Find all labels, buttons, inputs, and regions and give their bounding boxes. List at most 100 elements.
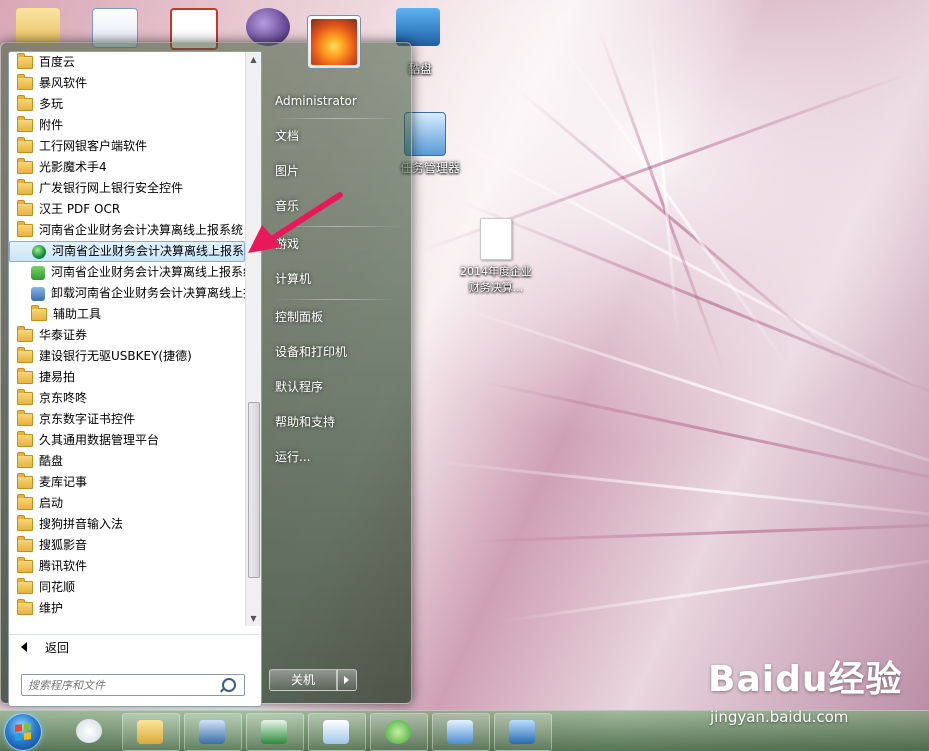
folder-icon: [17, 221, 33, 237]
notepad-icon: [323, 720, 349, 744]
programs-scrollbar[interactable]: ▲ ▼: [245, 52, 261, 626]
baidu-jingyan-logo: Baidu经验: [708, 650, 902, 702]
program-folder[interactable]: 广发银行网上银行安全控件: [9, 178, 245, 199]
taskbar-refresh[interactable]: [370, 713, 428, 751]
program-folder[interactable]: 搜狐影音: [9, 535, 245, 556]
program-folder[interactable]: 暴风软件: [9, 73, 245, 94]
start-menu-link[interactable]: 帮助和支持: [271, 408, 403, 436]
program-shortcut[interactable]: 卸载河南省企业财务会计决算离线上报系统: [9, 283, 245, 304]
program-folder[interactable]: 搜狗拼音输入法: [9, 514, 245, 535]
program-label: 光影魔术手4: [39, 160, 107, 174]
taskbar-id-card[interactable]: [432, 713, 490, 751]
network-icon: [199, 720, 225, 744]
kupan-icon[interactable]: [396, 8, 440, 46]
search-box[interactable]: [21, 674, 245, 696]
scroll-up-icon[interactable]: ▲: [246, 52, 261, 67]
program-folder[interactable]: 启动: [9, 493, 245, 514]
taskbar-network[interactable]: [184, 713, 242, 751]
folder-icon: [17, 515, 33, 531]
folder-icon: [17, 158, 33, 174]
scroll-down-icon[interactable]: ▼: [246, 611, 261, 626]
all-programs-list: 百度云暴风软件多玩附件工行网银客户端软件光影魔术手4 广发银行网上银行安全控件 汉王…: [9, 52, 245, 626]
program-shortcut[interactable]: 河南省企业财务会计决算离线上报系统: [9, 262, 245, 283]
start-orb[interactable]: [4, 713, 42, 751]
folder-icon: [17, 389, 33, 405]
back-label: 返回: [45, 640, 70, 655]
program-label: 广发银行网上银行安全控件: [39, 181, 184, 195]
program-label: 酷盘: [39, 454, 64, 468]
program-folder[interactable]: 久其通用数据管理平台: [9, 430, 245, 451]
excel-icon: [261, 720, 287, 744]
folder-icon: [17, 452, 33, 468]
program-folder[interactable]: 百度云: [9, 52, 245, 73]
wallpaper-streak: [469, 521, 929, 543]
program-folder[interactable]: 工行网银客户端软件: [9, 136, 245, 157]
eclipse-icon[interactable]: [246, 8, 290, 46]
folder-icon: [17, 74, 33, 90]
program-folder[interactable]: 京东咚咚: [9, 388, 245, 409]
program-label: 多玩: [39, 97, 64, 111]
back-arrow-icon: [21, 642, 27, 652]
program-folder[interactable]: 汉王 PDF OCR: [9, 199, 245, 220]
program-label: 汉王 PDF OCR: [39, 202, 121, 216]
folder-icon: [31, 305, 47, 321]
program-label: 搜狐影音: [39, 538, 88, 552]
folder-icon: [17, 368, 33, 384]
program-label: 京东数字证书控件: [39, 412, 136, 426]
start-menu-link[interactable]: Administrator: [271, 87, 403, 115]
shutdown-options-icon[interactable]: [337, 669, 357, 691]
program-label: 卸载河南省企业财务会计决算离线上报系统: [51, 286, 245, 300]
program-label: 河南省企业财务会计决算离线上报系统: [52, 244, 245, 258]
start-menu-link[interactable]: 设备和打印机: [271, 338, 403, 366]
wallpaper-streak: [519, 90, 843, 363]
program-shortcut[interactable]: 河南省企业财务会计决算离线上报系统: [9, 241, 245, 262]
uninstall-icon: [31, 286, 45, 301]
search-icon[interactable]: [222, 678, 236, 692]
program-label: 附件: [39, 118, 64, 132]
separator: [273, 299, 399, 300]
start-menu-link[interactable]: 计算机: [271, 265, 403, 293]
program-folder[interactable]: 酷盘: [9, 451, 245, 472]
annotation-arrow-icon: [248, 192, 343, 253]
program-folder[interactable]: 辅助工具: [9, 304, 245, 325]
windows-logo-icon: [15, 723, 31, 741]
program-folder[interactable]: 华泰证券: [9, 325, 245, 346]
desktop-icon-label: 2014年度企业财务决算...: [460, 265, 532, 294]
scroll-thumb[interactable]: [248, 402, 260, 578]
taskbar-notepad[interactable]: [308, 713, 366, 751]
program-folder[interactable]: 腾讯软件: [9, 556, 245, 577]
start-menu-link[interactable]: 控制面板: [271, 303, 403, 331]
explorer-icon: [137, 720, 163, 744]
id-card-icon: [447, 720, 473, 744]
program-folder[interactable]: 同花顺: [9, 577, 245, 598]
taskbar-upload[interactable]: [494, 713, 552, 751]
program-folder[interactable]: 麦库记事: [9, 472, 245, 493]
program-folder[interactable]: 建设银行无驱USBKEY(捷德): [9, 346, 245, 367]
program-folder[interactable]: 京东数字证书控件: [9, 409, 245, 430]
start-menu-link[interactable]: 运行...: [271, 443, 403, 471]
start-menu-link[interactable]: 图片: [271, 157, 403, 185]
program-folder[interactable]: 附件: [9, 115, 245, 136]
program-folder[interactable]: 多玩: [9, 94, 245, 115]
program-label: 启动: [39, 496, 64, 510]
program-folder[interactable]: 捷易拍: [9, 367, 245, 388]
start-menu-link[interactable]: 默认程序: [271, 373, 403, 401]
taskbar-explorer[interactable]: [122, 713, 180, 751]
folder-icon[interactable]: [16, 8, 60, 46]
program-label: 暴风软件: [39, 76, 88, 90]
taskbar-paint[interactable]: [62, 713, 118, 749]
document-icon: [480, 218, 512, 260]
user-picture[interactable]: [307, 15, 361, 69]
back-button[interactable]: 返回: [9, 634, 259, 659]
shutdown-button[interactable]: 关机: [269, 669, 337, 691]
start-menu-link[interactable]: 文档: [271, 122, 403, 150]
folder-icon: [17, 137, 33, 153]
program-label: 建设银行无驱USBKEY(捷德): [39, 349, 192, 363]
search-input[interactable]: [22, 677, 222, 693]
program-folder[interactable]: 光影魔术手4: [9, 157, 245, 178]
taskbar-excel[interactable]: [246, 713, 304, 751]
program-folder[interactable]: 河南省企业财务会计决算离线上报系统: [9, 220, 245, 241]
desktop-icon-document[interactable]: 2014年度企业财务决算...: [456, 218, 536, 296]
program-folder[interactable]: 维护: [9, 598, 245, 619]
watermark-logo-text: Baidu经验: [708, 659, 903, 700]
